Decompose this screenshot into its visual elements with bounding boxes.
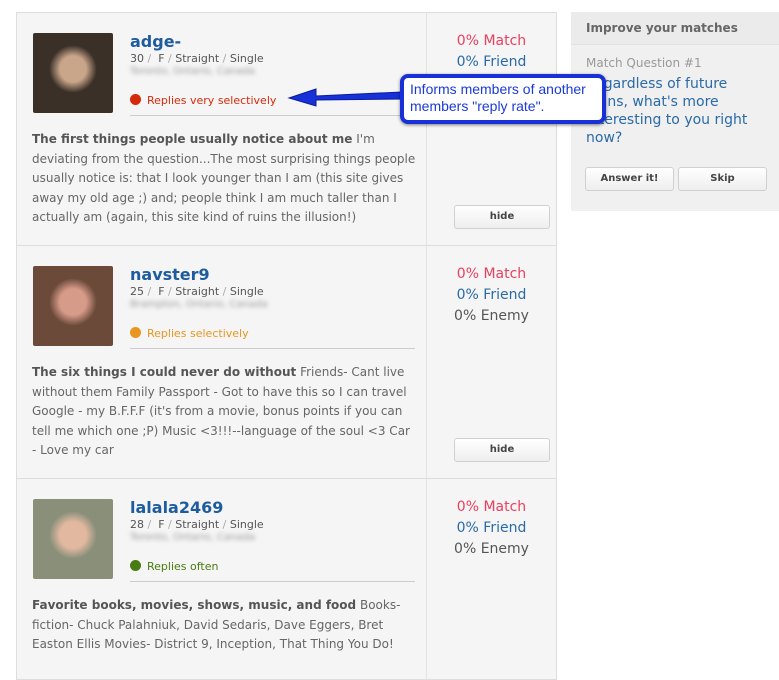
profile-info: navster9 25 / F / Straight / Single Bram… xyxy=(17,246,427,478)
friend-percent: 0% Friend xyxy=(456,287,527,303)
profile-details: 25 / F / Straight / Single xyxy=(130,285,264,298)
essay-snippet: Favorite books, movies, shows, music, an… xyxy=(32,596,417,655)
profile-card: lalala2469 28 / F / Straight / Single To… xyxy=(17,479,556,680)
gender: F xyxy=(158,518,165,531)
profile-photo[interactable] xyxy=(33,266,113,346)
match-scores: 0% Match 0% Friend 0% Enemy xyxy=(427,479,556,679)
orientation: Straight xyxy=(175,52,220,65)
reply-rate-label: Replies often xyxy=(147,560,219,573)
orientation: Straight xyxy=(175,285,220,298)
gender: F xyxy=(158,52,165,65)
location: Brampton, Ontario, Canada xyxy=(130,299,268,310)
question-label: Match Question #1 xyxy=(586,56,702,70)
location: Toronto, Ontario, Canada xyxy=(130,532,255,543)
reply-rate-dot-icon xyxy=(130,560,141,571)
match-percent: 0% Match xyxy=(456,266,527,282)
profile-info: lalala2469 28 / F / Straight / Single To… xyxy=(17,479,427,679)
profile-info: adge- 30 / F / Straight / Single Toronto… xyxy=(17,13,427,245)
enemy-percent: 0% Enemy xyxy=(454,308,529,324)
profile-card: adge- 30 / F / Straight / Single Toronto… xyxy=(17,13,556,246)
friend-percent: 0% Friend xyxy=(456,54,527,70)
callout-arrow-icon xyxy=(287,88,403,107)
profile-photo[interactable] xyxy=(33,33,113,113)
profile-photo[interactable] xyxy=(33,499,113,579)
match-scores: 0% Match 0% Friend 0% Enemy hide xyxy=(427,246,556,478)
username-link[interactable]: adge- xyxy=(130,32,181,51)
annotation-callout: Informs members of another members "repl… xyxy=(400,74,606,124)
essay-title: Favorite books, movies, shows, music, an… xyxy=(32,598,357,612)
profile-details: 28 / F / Straight / Single xyxy=(130,518,264,531)
reply-rate: Replies often xyxy=(130,560,415,582)
essay-snippet: The first things people usually notice a… xyxy=(32,130,417,228)
relationship-status: Single xyxy=(229,285,264,298)
reply-rate-dot-icon xyxy=(130,327,141,338)
panel-title: Improve your matches xyxy=(571,12,779,45)
username-link[interactable]: navster9 xyxy=(130,265,210,284)
relationship-status: Single xyxy=(229,518,264,531)
orientation: Straight xyxy=(175,518,220,531)
enemy-percent: 0% Enemy xyxy=(454,541,529,557)
reply-rate-label: Replies very selectively xyxy=(147,94,277,107)
reply-rate-dot-icon xyxy=(130,94,141,105)
age: 30 xyxy=(130,52,144,65)
essay-title: The first things people usually notice a… xyxy=(32,132,353,146)
age: 25 xyxy=(130,285,144,298)
hide-button[interactable]: hide xyxy=(454,438,550,462)
location: Toronto, Ontario, Canada xyxy=(130,66,255,77)
match-percent: 0% Match xyxy=(456,33,527,49)
essay-snippet: The six things I could never do without … xyxy=(32,363,417,461)
match-percent: 0% Match xyxy=(456,499,527,515)
skip-button[interactable]: Skip xyxy=(678,167,767,191)
username-link[interactable]: lalala2469 xyxy=(130,498,223,517)
age: 28 xyxy=(130,518,144,531)
profile-details: 30 / F / Straight / Single xyxy=(130,52,264,65)
friend-percent: 0% Friend xyxy=(456,520,527,536)
essay-title: The six things I could never do without xyxy=(32,365,297,379)
reply-rate: Replies selectively xyxy=(130,327,415,349)
relationship-status: Single xyxy=(229,52,264,65)
hide-button[interactable]: hide xyxy=(454,205,550,229)
reply-rate-label: Replies selectively xyxy=(147,327,249,340)
answer-button[interactable]: Answer it! xyxy=(585,167,674,191)
question-text[interactable]: Regardless of future plans, what's more … xyxy=(586,75,771,147)
gender: F xyxy=(158,285,165,298)
profile-card: navster9 25 / F / Straight / Single Bram… xyxy=(17,246,556,479)
match-scores: 0% Match 0% Friend hide xyxy=(427,13,556,245)
